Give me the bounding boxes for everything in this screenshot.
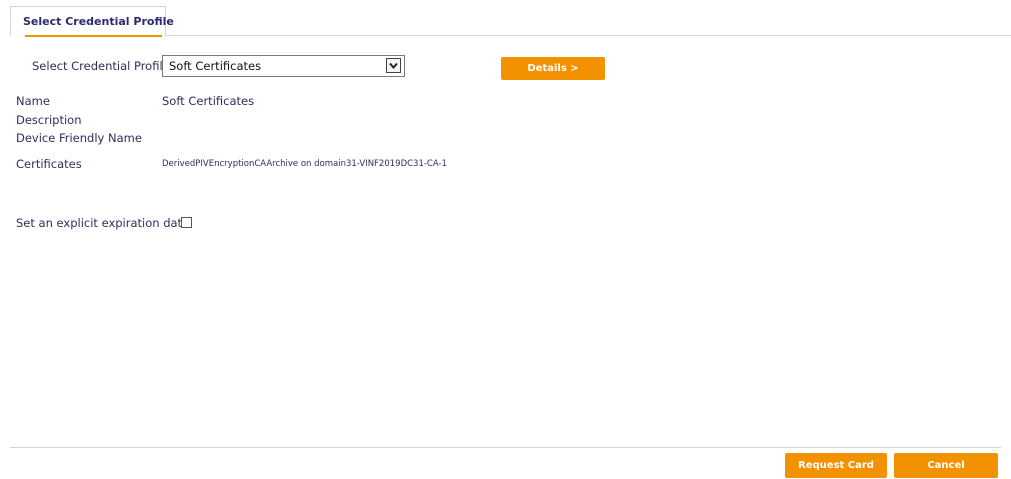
cancel-button[interactable]: Cancel <box>894 453 998 478</box>
tab-strip: Select Credential Profile <box>0 0 1011 37</box>
credential-profile-selected-value: Soft Certificates <box>169 59 262 73</box>
tab-select-credential-profile[interactable]: Select Credential Profile <box>10 6 174 37</box>
request-card-page: Select Credential Profile Select Credent… <box>0 0 1011 479</box>
name-value: Soft Certificates <box>162 94 255 108</box>
certificates-value: DerivedPIVEncryptionCAArchive on domain3… <box>162 159 447 169</box>
tab-strip-rule <box>165 35 1011 36</box>
credential-profile-label: Select Credential Profile: <box>32 59 174 73</box>
details-button[interactable]: Details > <box>501 57 605 80</box>
credential-profile-select[interactable]: Soft Certificates <box>162 55 405 77</box>
tab-label: Select Credential Profile <box>23 15 174 28</box>
name-label: Name <box>16 94 50 108</box>
expiration-date-label: Set an explicit expiration date: <box>16 216 194 230</box>
chevron-down-icon[interactable] <box>386 58 401 73</box>
footer-divider <box>10 447 1001 448</box>
certificates-label: Certificates <box>16 157 82 171</box>
device-friendly-name-label: Device Friendly Name <box>16 131 142 145</box>
expiration-date-checkbox[interactable] <box>181 217 192 228</box>
request-card-button[interactable]: Request Card <box>785 453 887 478</box>
description-label: Description <box>16 113 82 127</box>
tab-active-indicator <box>25 35 162 37</box>
